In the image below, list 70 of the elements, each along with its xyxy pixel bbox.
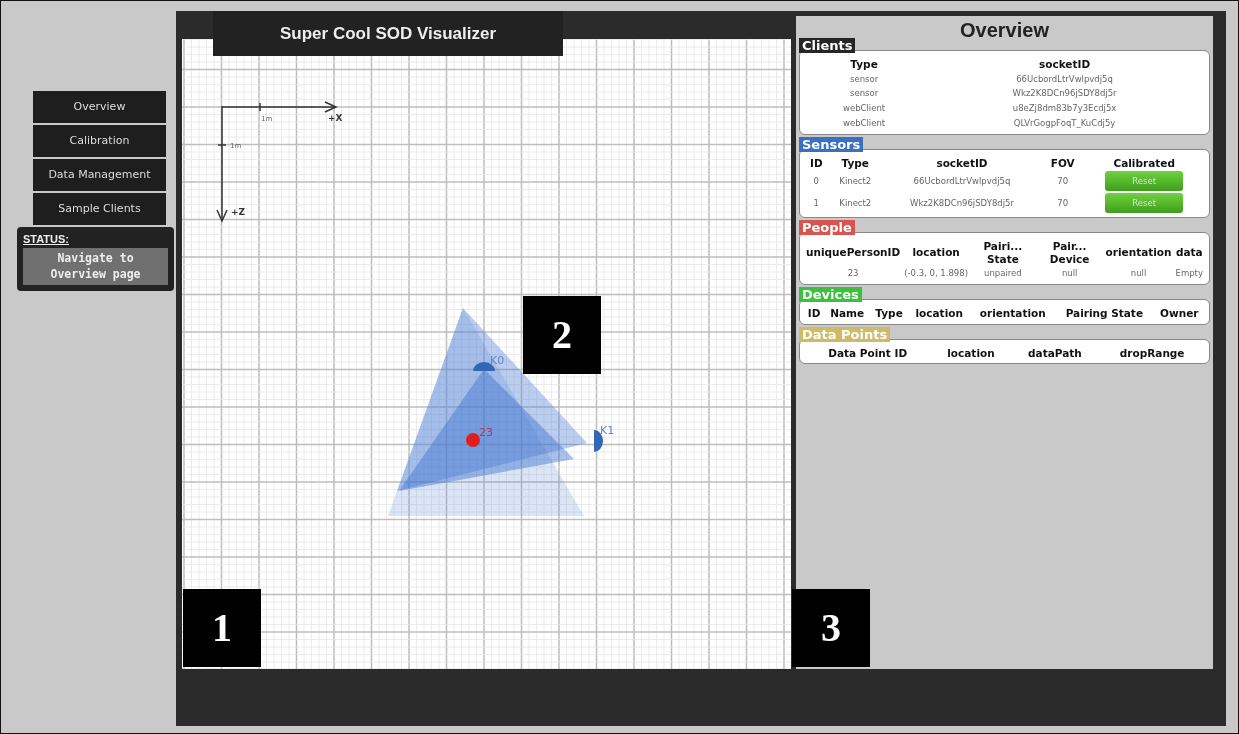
figure-marker: 1: [183, 589, 261, 667]
column-header: dataPath: [1027, 345, 1083, 361]
column-header: orientation: [1104, 245, 1173, 261]
section-header: Sensors: [799, 136, 864, 152]
column-header: orientation: [978, 306, 1047, 321]
sensor-label: K0: [490, 354, 505, 367]
table-cell-text: 1: [812, 196, 821, 210]
nav-button[interactable]: Data Management: [33, 159, 166, 191]
column-header: Pairi... State: [982, 239, 1024, 267]
section-header: Clients: [799, 38, 856, 53]
column-header: Pair... Device: [1048, 239, 1091, 267]
axis-label: +Z: [231, 207, 246, 217]
table-cell-text: null: [1129, 267, 1148, 281]
column-header: ID: [809, 155, 824, 171]
table-cell-text: sensor: [849, 72, 880, 86]
table-cell-text: 23: [846, 267, 860, 281]
column-header: Type: [874, 306, 904, 321]
table-cell-text: Empty: [1174, 267, 1204, 281]
table-cell-text: webClient: [841, 116, 887, 130]
nav-button[interactable]: Calibration: [33, 125, 166, 157]
column-header: Name: [829, 306, 866, 321]
table-cell-text: (-0.3, 0, 1.898): [903, 267, 969, 281]
figure-marker: 2: [523, 296, 601, 374]
section-header: People: [799, 220, 855, 236]
section-header: Devices: [799, 287, 862, 303]
table-cell-text: 66UcbordLtrVwlpvdj5q: [1015, 72, 1114, 86]
column-header: Data Point ID: [827, 345, 909, 361]
column-header: Owner: [1159, 306, 1200, 321]
table-cell-text: sensor: [849, 87, 880, 101]
table-cell-text: Wkz2K8DCn96jSDY8dj5r: [1011, 87, 1118, 101]
sensor-label: K1: [600, 424, 615, 437]
column-header: location: [914, 306, 964, 321]
nav-button[interactable]: Sample Clients: [33, 193, 166, 225]
table-cell-text: webClient: [841, 102, 887, 116]
table-cell-text: Wkz2K8DCn96jSDY8dj5r: [909, 196, 1015, 210]
table-cell-text: Kinect2: [838, 196, 873, 210]
figure-marker: 3: [792, 589, 870, 667]
column-header: Calibrated: [1112, 155, 1176, 171]
section-header: Data Points: [799, 326, 891, 342]
column-header: location: [911, 245, 961, 261]
axis-label: +X: [328, 113, 343, 123]
app-title: Super Cool SOD Visualizer: [213, 11, 563, 56]
column-header: FOV: [1049, 155, 1076, 171]
column-header: dropRange: [1118, 345, 1186, 361]
column-header: socketID: [1038, 57, 1092, 72]
sensor-icon: [594, 430, 603, 452]
status-label: STATUS:: [23, 232, 71, 247]
person-label: 23: [479, 426, 493, 439]
person-dot: [466, 433, 480, 447]
table-cell-text: unpaired: [983, 267, 1023, 281]
table-cell-text: QLVrGogpFoqT_KuCdj5y: [1012, 116, 1117, 130]
column-header: location: [946, 345, 996, 361]
table-cell-text: 66UcbordLtrVwlpvdj5q: [912, 174, 1012, 188]
column-header: Type: [840, 155, 870, 171]
table-cell-text: 70: [1056, 174, 1070, 188]
column-header: data: [1174, 245, 1204, 261]
nav-button[interactable]: Overview: [33, 91, 166, 123]
column-header: uniquePersonID: [805, 245, 902, 261]
table-cell-text: null: [1060, 267, 1079, 281]
column-header: Pairing State: [1064, 306, 1144, 321]
column-header: Type: [849, 57, 879, 72]
column-header: socketID: [935, 155, 989, 171]
table-cell-text: Kinect2: [838, 174, 873, 188]
panel-title: Overview: [959, 18, 1050, 43]
status-message: Navigate to Overview page: [23, 247, 168, 285]
table-cell-text: 70: [1056, 196, 1070, 210]
table-cell-text: u8eZj8dm83b7y3Ecdj5x: [1011, 102, 1118, 116]
table-cell-text: 0: [812, 174, 821, 188]
column-header: ID: [806, 306, 822, 321]
sensor-icon: [473, 362, 495, 371]
